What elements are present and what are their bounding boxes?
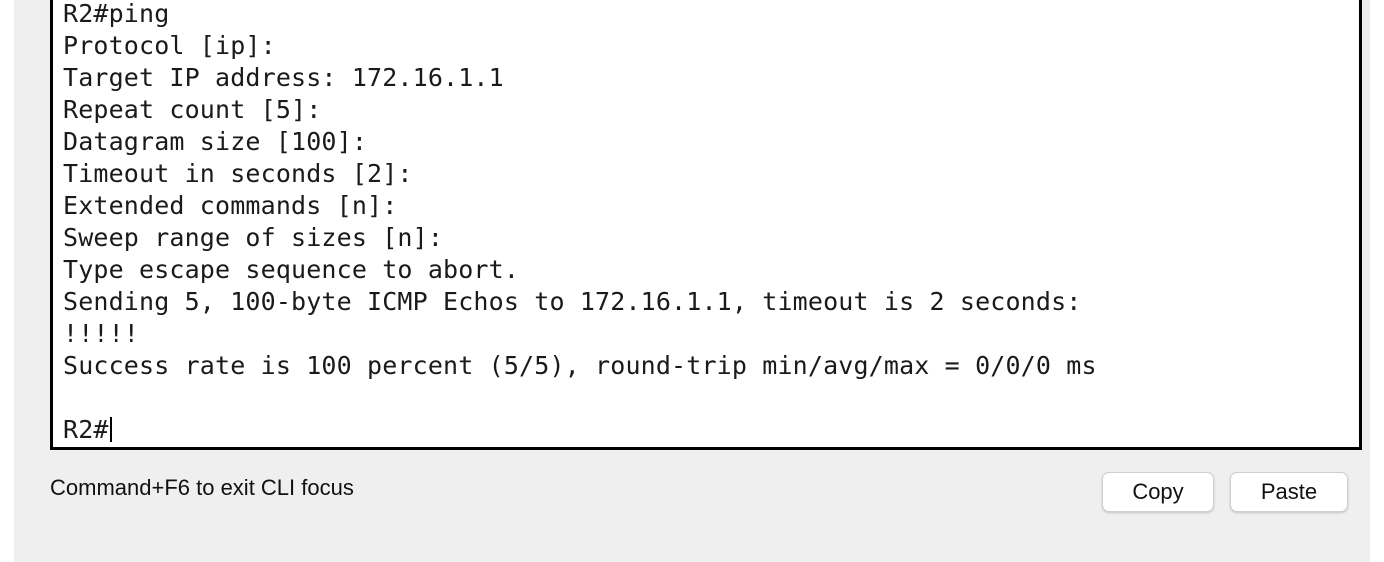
copy-button[interactable]: Copy <box>1102 472 1214 512</box>
terminal-line: Type escape sequence to abort. <box>63 255 520 284</box>
terminal-output: R2#ping Protocol [ip]: Target IP address… <box>63 0 1097 446</box>
terminal-line: !!!!! <box>63 319 140 348</box>
terminal-line: Timeout in seconds [2]: <box>63 159 413 188</box>
terminal-line: Sweep range of sizes [n]: <box>63 223 444 252</box>
terminal-prompt: R2# <box>63 415 109 444</box>
cli-terminal[interactable]: R2#ping Protocol [ip]: Target IP address… <box>50 0 1362 450</box>
cli-panel: R2#ping Protocol [ip]: Target IP address… <box>14 0 1370 562</box>
terminal-line: Repeat count [5]: <box>63 95 322 124</box>
terminal-prompt-line[interactable]: R2# <box>63 414 1097 446</box>
terminal-line: Sending 5, 100-byte ICMP Echos to 172.16… <box>63 287 1082 316</box>
terminal-line: R2#ping <box>63 0 170 28</box>
terminal-line: Protocol [ip]: <box>63 31 276 60</box>
terminal-line: Extended commands [n]: <box>63 191 398 220</box>
terminal-line: Target IP address: 172.16.1.1 <box>63 63 504 92</box>
cli-focus-hint: Command+F6 to exit CLI focus <box>50 475 354 500</box>
text-cursor <box>109 417 112 442</box>
terminal-line: Success rate is 100 percent (5/5), round… <box>63 351 1097 380</box>
terminal-line: Datagram size [100]: <box>63 127 368 156</box>
paste-button[interactable]: Paste <box>1230 472 1348 512</box>
